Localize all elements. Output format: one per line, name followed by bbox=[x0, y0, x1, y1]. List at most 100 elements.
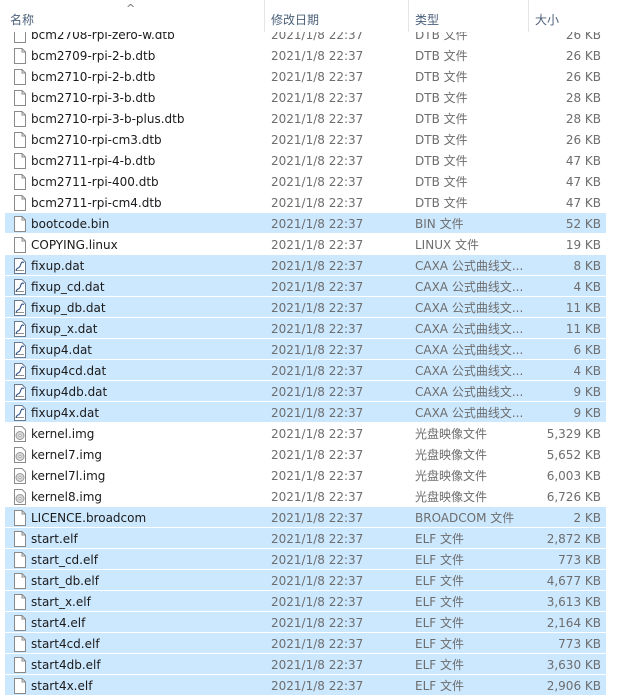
file-type: ELF 文件 bbox=[415, 637, 464, 651]
file-type: ELF 文件 bbox=[415, 574, 464, 588]
file-type: CAXA 公式曲线文... bbox=[415, 364, 524, 378]
file-name: LICENCE.broadcom bbox=[31, 511, 147, 525]
file-name: bcm2710-rpi-2-b.dtb bbox=[31, 70, 156, 84]
file-name: bcm2710-rpi-cm3.dtb bbox=[31, 133, 162, 147]
file-name: start_cd.elf bbox=[31, 553, 98, 567]
file-row[interactable]: fixup4.dat 2021/1/8 22:37 CAXA 公式曲线文... 6 K… bbox=[5, 339, 606, 359]
curve-file-icon bbox=[13, 279, 27, 295]
file-date: 2021/1/8 22:37 bbox=[271, 154, 364, 168]
file-type: BIN 文件 bbox=[415, 217, 464, 231]
file-name: fixup4x.dat bbox=[31, 406, 100, 420]
file-row[interactable]: bcm2711-rpi-400.dtb 2021/1/8 22:37 DTB 文件 4… bbox=[5, 171, 606, 191]
file-size: 2,872 KB bbox=[546, 532, 601, 546]
file-size: 9 KB bbox=[573, 385, 601, 399]
file-row[interactable]: start.elf 2021/1/8 22:37 ELF 文件 2,872 KB bbox=[5, 528, 606, 548]
file-size: 2,164 KB bbox=[546, 616, 601, 630]
file-row[interactable]: bootcode.bin 2021/1/8 22:37 BIN 文件 52 KB bbox=[5, 213, 606, 233]
file-size: 6,726 KB bbox=[546, 490, 601, 504]
file-name: fixup4.dat bbox=[31, 343, 93, 357]
file-type: 光盘映像文件 bbox=[415, 427, 488, 441]
file-row[interactable]: kernel7.img 2021/1/8 22:37 光盘映像文件 5,652 KB bbox=[5, 444, 606, 464]
curve-file-icon bbox=[13, 300, 27, 316]
file-type: DTB 文件 bbox=[415, 49, 468, 63]
file-row[interactable]: bcm2710-rpi-cm3.dtb 2021/1/8 22:37 DTB 文件 2… bbox=[5, 129, 606, 149]
file-size: 2 KB bbox=[573, 511, 601, 525]
file-row[interactable]: start4cd.elf 2021/1/8 22:37 ELF 文件 773 KB bbox=[5, 633, 606, 653]
file-row[interactable]: start_cd.elf 2021/1/8 22:37 ELF 文件 773 KB bbox=[5, 549, 606, 569]
file-row[interactable]: bcm2710-rpi-3-b.dtb 2021/1/8 22:37 DTB 文件 2… bbox=[5, 87, 606, 107]
file-date: 2021/1/8 22:37 bbox=[271, 616, 364, 630]
file-size: 5,652 KB bbox=[546, 448, 601, 462]
file-name: fixup4cd.dat bbox=[31, 364, 107, 378]
document-icon bbox=[13, 216, 27, 232]
file-row[interactable]: kernel7l.img 2021/1/8 22:37 光盘映像文件 6,003 KB bbox=[5, 465, 606, 485]
file-name: kernel8.img bbox=[31, 490, 103, 504]
curve-file-icon bbox=[13, 258, 27, 274]
vertical-scrollbar[interactable] bbox=[608, 32, 620, 699]
file-row[interactable]: bcm2710-rpi-3-b-plus.dtb 2021/1/8 22:37 DT… bbox=[5, 108, 606, 128]
file-name: fixup_x.dat bbox=[31, 322, 98, 336]
file-size: 4 KB bbox=[573, 364, 601, 378]
file-type: CAXA 公式曲线文... bbox=[415, 385, 524, 399]
file-type: ELF 文件 bbox=[415, 679, 464, 693]
file-date: 2021/1/8 22:37 bbox=[271, 469, 364, 483]
file-row[interactable]: kernel8.img 2021/1/8 22:37 光盘映像文件 6,726 KB bbox=[5, 486, 606, 506]
file-row[interactable]: fixup4cd.dat 2021/1/8 22:37 CAXA 公式曲线文... 4… bbox=[5, 360, 606, 380]
file-type: 光盘映像文件 bbox=[415, 490, 488, 504]
file-row[interactable]: fixup_x.dat 2021/1/8 22:37 CAXA 公式曲线文... 11… bbox=[5, 318, 606, 338]
file-name: bcm2709-rpi-2-b.dtb bbox=[31, 49, 156, 63]
disc-image-icon bbox=[13, 426, 27, 442]
document-icon bbox=[13, 90, 27, 106]
document-icon bbox=[13, 552, 27, 568]
file-type: 光盘映像文件 bbox=[415, 448, 488, 462]
column-header-size[interactable]: 大小 bbox=[529, 0, 608, 32]
file-row[interactable]: COPYING.linux 2021/1/8 22:37 LINUX 文件 19 KB bbox=[5, 234, 606, 254]
document-icon bbox=[13, 132, 27, 148]
file-row[interactable]: start4.elf 2021/1/8 22:37 ELF 文件 2,164 KB bbox=[5, 612, 606, 632]
column-header-name[interactable]: 名称 bbox=[4, 0, 265, 32]
file-name: fixup_db.dat bbox=[31, 301, 106, 315]
file-row[interactable]: bcm2710-rpi-2-b.dtb 2021/1/8 22:37 DTB 文件 2… bbox=[5, 66, 606, 86]
file-date: 2021/1/8 22:37 bbox=[271, 427, 364, 441]
file-date: 2021/1/8 22:37 bbox=[271, 301, 364, 315]
file-row[interactable]: bcm2711-rpi-cm4.dtb 2021/1/8 22:37 DTB 文件 4… bbox=[5, 192, 606, 212]
file-row[interactable]: kernel.img 2021/1/8 22:37 光盘映像文件 5,329 KB bbox=[5, 423, 606, 443]
column-header-type[interactable]: 类型 bbox=[409, 0, 529, 32]
file-name: fixup.dat bbox=[31, 259, 85, 273]
file-row[interactable]: start_x.elf 2021/1/8 22:37 ELF 文件 3,613 KB bbox=[5, 591, 606, 611]
file-row[interactable]: start_db.elf 2021/1/8 22:37 ELF 文件 4,677 KB bbox=[5, 570, 606, 590]
file-size: 6,003 KB bbox=[546, 469, 601, 483]
document-icon bbox=[13, 111, 27, 127]
file-row[interactable]: bcm2711-rpi-4-b.dtb 2021/1/8 22:37 DTB 文件 4… bbox=[5, 150, 606, 170]
file-row[interactable]: start4db.elf 2021/1/8 22:37 ELF 文件 3,630 KB bbox=[5, 654, 606, 674]
file-type: ELF 文件 bbox=[415, 616, 464, 630]
file-row[interactable]: bcm2709-rpi-2-b.dtb 2021/1/8 22:37 DTB 文件 2… bbox=[5, 45, 606, 65]
file-date: 2021/1/8 22:37 bbox=[271, 364, 364, 378]
file-row[interactable]: fixup_cd.dat 2021/1/8 22:37 CAXA 公式曲线文... 4… bbox=[5, 276, 606, 296]
file-name: bcm2710-rpi-3-b-plus.dtb bbox=[31, 112, 185, 126]
file-row[interactable]: LICENCE.broadcom 2021/1/8 22:37 BROADCOM 文… bbox=[5, 507, 606, 527]
document-icon bbox=[13, 48, 27, 64]
file-row[interactable]: start4x.elf 2021/1/8 22:37 ELF 文件 2,906 KB bbox=[5, 675, 606, 695]
file-date: 2021/1/8 22:37 bbox=[271, 406, 364, 420]
disc-image-icon bbox=[13, 468, 27, 484]
file-name: COPYING.linux bbox=[31, 238, 118, 252]
file-row[interactable]: fixup.dat 2021/1/8 22:37 CAXA 公式曲线文... 8 KB bbox=[5, 255, 606, 275]
file-type: DTB 文件 bbox=[415, 175, 468, 189]
file-name: fixup_cd.dat bbox=[31, 280, 105, 294]
file-row[interactable]: fixup_db.dat 2021/1/8 22:37 CAXA 公式曲线文... 1… bbox=[5, 297, 606, 317]
file-size: 4 KB bbox=[573, 280, 601, 294]
file-row[interactable]: fixup4x.dat 2021/1/8 22:37 CAXA 公式曲线文... 9 … bbox=[5, 402, 606, 422]
document-icon bbox=[13, 657, 27, 673]
document-icon bbox=[13, 195, 27, 211]
file-name: bootcode.bin bbox=[31, 217, 110, 231]
file-row[interactable]: fixup4db.dat 2021/1/8 22:37 CAXA 公式曲线文... 9… bbox=[5, 381, 606, 401]
file-date: 2021/1/8 22:37 bbox=[271, 595, 364, 609]
file-type: CAXA 公式曲线文... bbox=[415, 322, 524, 336]
file-date: 2021/1/8 22:37 bbox=[271, 574, 364, 588]
column-header-date[interactable]: 修改日期 bbox=[265, 0, 409, 32]
file-date: 2021/1/8 22:37 bbox=[271, 511, 364, 525]
disc-image-icon bbox=[13, 489, 27, 505]
file-type: DTB 文件 bbox=[415, 196, 468, 210]
document-icon bbox=[13, 678, 27, 694]
